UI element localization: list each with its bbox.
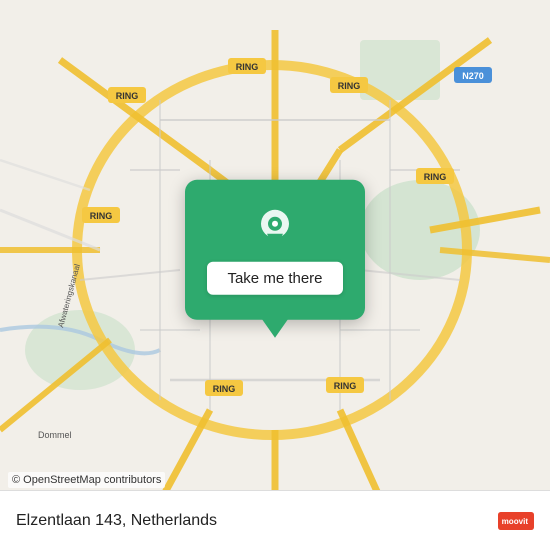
bottom-bar: Elzentlaan 143, Netherlands moovit <box>0 490 550 550</box>
svg-text:N270: N270 <box>462 71 484 81</box>
moovit-logo: moovit <box>498 503 534 539</box>
svg-text:RING: RING <box>236 62 259 72</box>
map-popup: Take me there <box>185 180 365 320</box>
popup-bubble: Take me there <box>185 180 365 320</box>
attribution: © OpenStreetMap contributors <box>8 472 165 488</box>
svg-text:RING: RING <box>116 91 139 101</box>
svg-text:RING: RING <box>90 211 113 221</box>
map-container: RING RING RING N270 RING RING RING RING … <box>0 0 550 550</box>
svg-text:RING: RING <box>334 381 357 391</box>
svg-text:RING: RING <box>424 172 447 182</box>
svg-text:Dommel: Dommel <box>38 430 72 440</box>
take-me-there-button[interactable]: Take me there <box>207 261 342 294</box>
svg-text:RING: RING <box>338 81 361 91</box>
svg-text:RING: RING <box>213 384 236 394</box>
location-pin-icon <box>253 205 297 249</box>
svg-text:moovit: moovit <box>502 517 529 526</box>
moovit-logo-icon: moovit <box>498 503 534 539</box>
address-label: Elzentlaan 143, Netherlands <box>16 512 217 530</box>
attribution-text: © OpenStreetMap contributors <box>12 474 161 486</box>
